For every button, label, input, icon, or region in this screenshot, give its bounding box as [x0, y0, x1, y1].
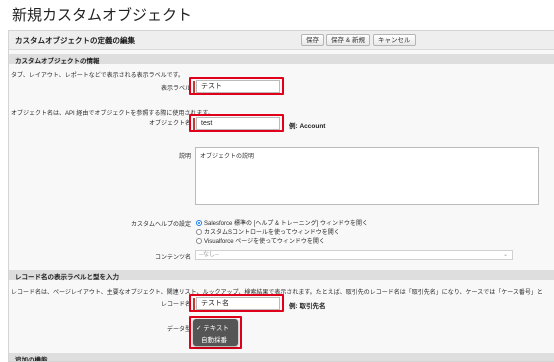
field-label-record-name: レコード名 [160, 302, 191, 308]
field-label-data-type: データ型 [166, 327, 191, 333]
record-name-input[interactable]: テスト名 [196, 297, 280, 310]
field-label-display-label: 表示ラベル [160, 86, 191, 92]
field-label-object-name: オブジェクト名 [148, 121, 191, 127]
help-option-visualforce[interactable]: Visualforce ページを使ってウィンドウを開く [196, 236, 325, 245]
section-title: レコード名の表示ラベルと型を入力 [15, 274, 119, 281]
object-name-example: 例: Account [289, 123, 326, 130]
section-title: カスタムオブジェクトの情報 [15, 58, 100, 65]
cancel-button[interactable]: キャンセル [373, 34, 416, 46]
data-type-dropdown[interactable]: ✓ テキスト 自動採番 [193, 319, 238, 346]
section-object-info: カスタムオブジェクトの情報 [9, 54, 554, 65]
save-new-button[interactable]: 保存 & 新規 [326, 34, 370, 46]
section-extra-features: 追加の機能 [9, 353, 554, 362]
content-name-select[interactable]: --なし-- ⌄ [195, 250, 513, 260]
required-indicator [193, 81, 195, 93]
required-indicator [193, 118, 195, 130]
field-label-custom-help: カスタムヘルプの設定 [130, 222, 191, 228]
radio-selected-icon[interactable] [196, 220, 202, 226]
field-label-content-name: コンテンツ名 [154, 255, 191, 261]
edit-panel: カスタムオブジェクトの定義の編集 保存 保存 & 新規 キャンセル カスタムオブ… [8, 30, 554, 362]
display-label-input[interactable]: テスト [196, 80, 280, 93]
object-name-help-text: オブジェクト名は、API 経由でオブジェクトを参照する際に使用されます。 [11, 111, 214, 117]
radio-icon[interactable] [196, 229, 202, 235]
panel-title: カスタムオブジェクトの定義の編集 [15, 36, 135, 45]
chevron-down-icon: ⌄ [502, 252, 508, 258]
description-textarea[interactable]: オブジェクトの説明 [195, 147, 539, 205]
section-title: 追加の機能 [15, 357, 48, 362]
field-label-description: 説明 [178, 154, 191, 160]
help-option-standard[interactable]: Salesforce 標準の [ヘルプ & トレーニング] ウィンドウを開く [196, 218, 368, 227]
dropdown-option-text[interactable]: ✓ テキスト [196, 322, 229, 332]
dropdown-option-autonumber[interactable]: 自動採番 [201, 334, 227, 344]
label-help-text: タブ、レイアウト、レポートなどで表示される表示ラベルです。 [11, 73, 184, 79]
object-name-input[interactable]: test [196, 117, 280, 130]
help-option-scontrol[interactable]: カスタムSコントロールを使ってウィンドウを開く [196, 227, 340, 236]
panel-header: カスタムオブジェクトの定義の編集 保存 保存 & 新規 キャンセル [9, 31, 554, 50]
page-title: 新規カスタムオブジェクト [12, 7, 193, 24]
section-record-name: レコード名の表示ラベルと型を入力 [9, 270, 554, 281]
save-button[interactable]: 保存 [301, 34, 324, 46]
required-indicator [193, 298, 195, 310]
radio-icon[interactable] [196, 238, 202, 244]
record-name-example: 例: 取引先名 [289, 303, 326, 310]
